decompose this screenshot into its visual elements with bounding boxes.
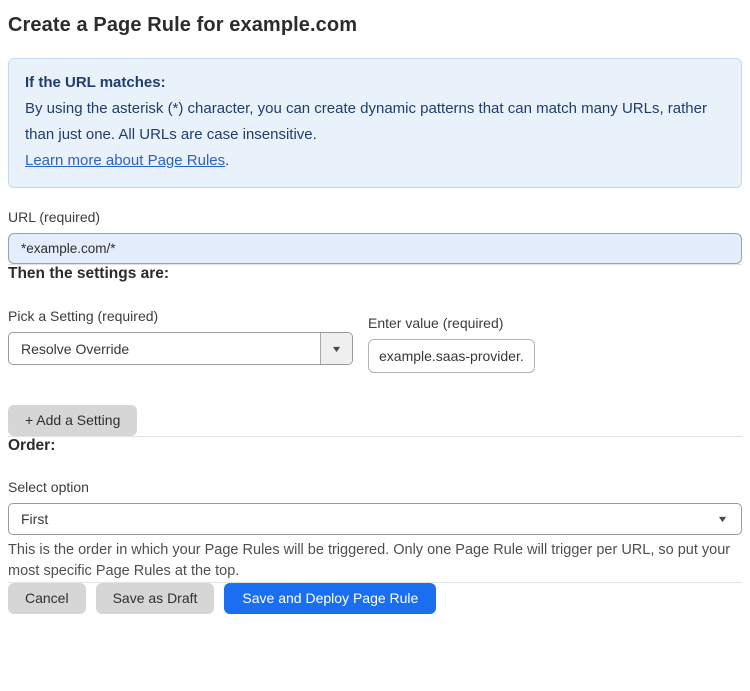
setting-value-column: Enter value (required) <box>368 315 535 373</box>
setting-select-value: Resolve Override <box>21 340 130 357</box>
cancel-button[interactable]: Cancel <box>8 583 86 614</box>
url-input[interactable] <box>8 233 742 264</box>
url-label: URL (required) <box>8 209 101 225</box>
page-title: Create a Page Rule for example.com <box>8 14 358 36</box>
info-box-heading: If the URL matches: <box>25 74 166 91</box>
info-box-body: By using the asterisk (*) character, you… <box>25 100 707 143</box>
add-setting-button[interactable]: + Add a Setting <box>8 405 138 436</box>
save-deploy-button[interactable]: Save and Deploy Page Rule <box>224 583 437 614</box>
setting-select-arrow-button[interactable]: ▼ <box>320 333 352 364</box>
chevron-down-icon: ▼ <box>716 514 729 524</box>
learn-more-link[interactable]: Learn more about Page Rules <box>25 152 225 169</box>
settings-section-heading: Then the settings are: <box>8 265 170 282</box>
url-matches-info-box: If the URL matches: By using the asteris… <box>8 58 742 188</box>
link-suffix: . <box>225 152 230 169</box>
setting-select[interactable]: Resolve Override ▼ <box>8 332 353 365</box>
order-select-label: Select option <box>8 479 89 495</box>
settings-row: Pick a Setting (required) Resolve Overri… <box>8 308 742 373</box>
setting-picker-label: Pick a Setting (required) <box>8 308 159 324</box>
order-select[interactable]: First ▼ <box>8 503 742 535</box>
order-help-text: This is the order in which your Page Rul… <box>8 542 731 579</box>
save-draft-button[interactable]: Save as Draft <box>95 583 215 614</box>
chevron-down-icon: ▼ <box>330 343 343 354</box>
info-box-link-line: Learn more about Page Rules. <box>25 148 725 174</box>
form-actions: Cancel Save as Draft Save and Deploy Pag… <box>8 583 742 614</box>
setting-picker-column: Pick a Setting (required) Resolve Overri… <box>8 308 353 365</box>
setting-value-input[interactable] <box>368 339 535 373</box>
order-section-heading: Order: <box>8 437 56 454</box>
setting-value-label: Enter value (required) <box>368 315 504 331</box>
order-select-value: First <box>21 511 49 527</box>
